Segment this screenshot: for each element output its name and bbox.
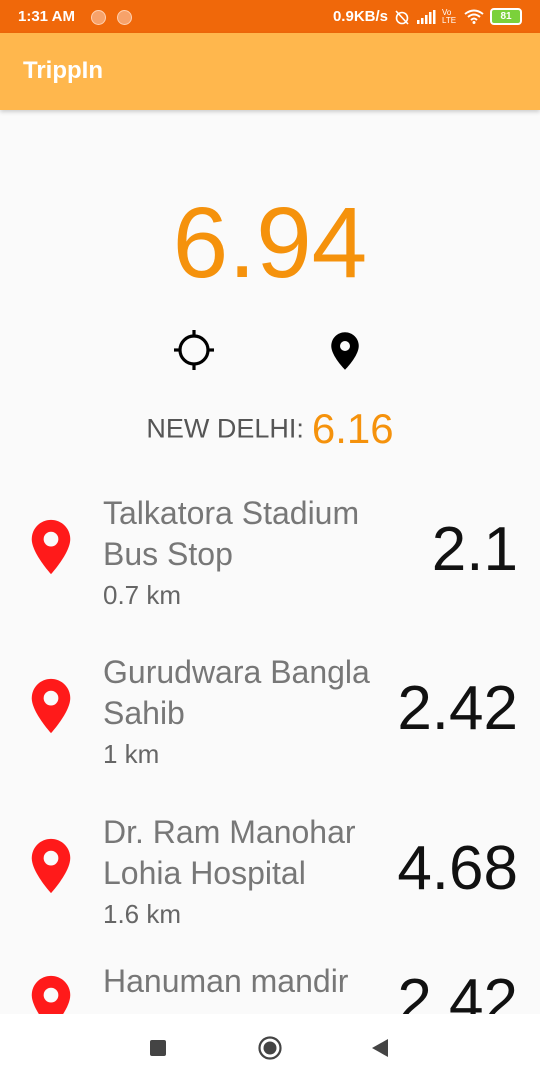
city-label: NEW DELHI: [146, 413, 304, 444]
locate-button[interactable] [172, 328, 216, 372]
map-pin-icon [331, 332, 359, 370]
recents-square-icon[interactable] [150, 1040, 166, 1056]
home-circle-icon[interactable] [258, 1036, 282, 1060]
place-aqi-value: 2.42 [397, 674, 518, 743]
list-item[interactable]: Dr. Ram Manohar Lohia Hospital 1.6 km 4.… [0, 805, 540, 965]
place-name: Talkatora Stadium Bus Stop [103, 495, 360, 572]
map-pin-icon [31, 519, 71, 575]
signal-icon [417, 9, 436, 24]
current-aqi-value: 6.94 [172, 187, 368, 299]
volte-icon: Vo LTE [442, 7, 457, 25]
place-aqi-value: 4.68 [397, 834, 518, 903]
map-button[interactable] [328, 331, 362, 371]
notification-dot-icon [91, 10, 106, 25]
list-item[interactable]: Talkatora Stadium Bus Stop 0.7 km 2.1 [0, 486, 540, 646]
place-name: Hanuman mandir [103, 963, 349, 999]
place-distance: 1 km [103, 739, 160, 769]
network-speed: 0.9KB/s [332, 8, 388, 25]
list-item[interactable]: Gurudwara Bangla Sahib 1 km 2.42 [0, 645, 540, 805]
places-list[interactable]: Talkatora Stadium Bus Stop 0.7 km 2.1 Gu… [0, 478, 540, 1014]
battery-icon: 81 [490, 8, 522, 25]
notification-dot-icon [117, 10, 132, 25]
place-name: Dr. Ram Manohar Lohia Hospital [103, 814, 356, 891]
alarm-off-icon [395, 9, 409, 25]
app-title: TrippIn [23, 57, 103, 84]
status-bar: 1:31 AM 0.9KB/s Vo LTE 81 [0, 0, 540, 33]
crosshair-icon [174, 330, 214, 370]
map-pin-icon [31, 838, 71, 894]
status-time: 1:31 AM [18, 8, 75, 25]
city-value: 6.16 [311, 405, 394, 452]
wifi-icon [464, 9, 484, 24]
place-aqi-value: 2.1 [431, 515, 518, 584]
place-aqi-value: 2.42 [397, 967, 518, 1014]
place-distance: 1.6 km [103, 899, 182, 929]
back-triangle-icon[interactable] [372, 1039, 388, 1057]
place-distance: 0.7 km [103, 580, 182, 610]
app-bar: TrippIn [0, 33, 540, 110]
map-pin-icon [31, 678, 71, 734]
map-pin-icon [31, 975, 71, 1014]
status-icons: 0.9KB/s Vo LTE 81 [333, 8, 522, 25]
city-aqi: NEW DELHI: 6.16 [0, 405, 540, 453]
list-item[interactable]: Hanuman mandir 2.42 [0, 963, 540, 1014]
navigation-bar [0, 1014, 540, 1080]
place-name: Gurudwara Bangla Sahib [103, 654, 370, 731]
